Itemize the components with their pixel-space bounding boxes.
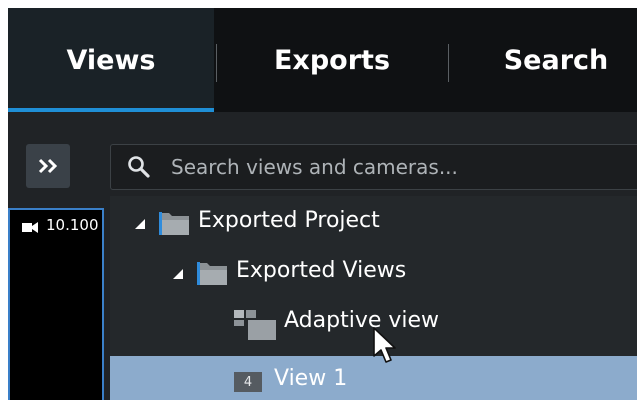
search-input[interactable] — [171, 145, 631, 189]
expand-panel-button[interactable] — [26, 144, 70, 188]
tab-views[interactable]: Views — [8, 8, 214, 112]
tab-bar: Views Exports Search — [8, 8, 637, 112]
double-chevron-right-icon — [38, 158, 58, 174]
folder-icon — [197, 262, 227, 285]
view-count-badge: 4 — [234, 372, 262, 392]
adaptive-view-icon — [234, 310, 276, 340]
camera-label: 10.100 — [46, 216, 99, 234]
tab-exports-label: Exports — [273, 44, 391, 76]
tab-search-label: Search — [503, 44, 609, 76]
tab-search[interactable]: Search — [448, 8, 637, 112]
search-icon — [128, 156, 150, 178]
tab-views-label: Views — [66, 44, 156, 76]
tree-item-label: View 1 — [274, 366, 348, 391]
tree-item-label: Adaptive view — [284, 308, 440, 333]
tree-item-label: Exported Views — [236, 258, 407, 283]
caret-expanded-icon[interactable] — [172, 268, 184, 280]
tab-exports[interactable]: Exports — [216, 8, 448, 112]
views-tree: Exported Project Exported Views Adaptive… — [110, 196, 637, 400]
camera-tile[interactable]: 10.100 — [8, 208, 104, 400]
search-box[interactable] — [110, 144, 637, 190]
camera-icon — [22, 222, 38, 233]
app-window: Views Exports Search 10.100 — [8, 8, 637, 400]
folder-icon — [159, 212, 189, 235]
tree-item-label: Exported Project — [198, 208, 380, 233]
tree-item-exported-project[interactable]: Exported Project — [110, 198, 637, 248]
mouse-pointer-icon — [373, 327, 396, 363]
caret-expanded-icon[interactable] — [134, 218, 146, 230]
tree-item-exported-views[interactable]: Exported Views — [110, 248, 637, 298]
